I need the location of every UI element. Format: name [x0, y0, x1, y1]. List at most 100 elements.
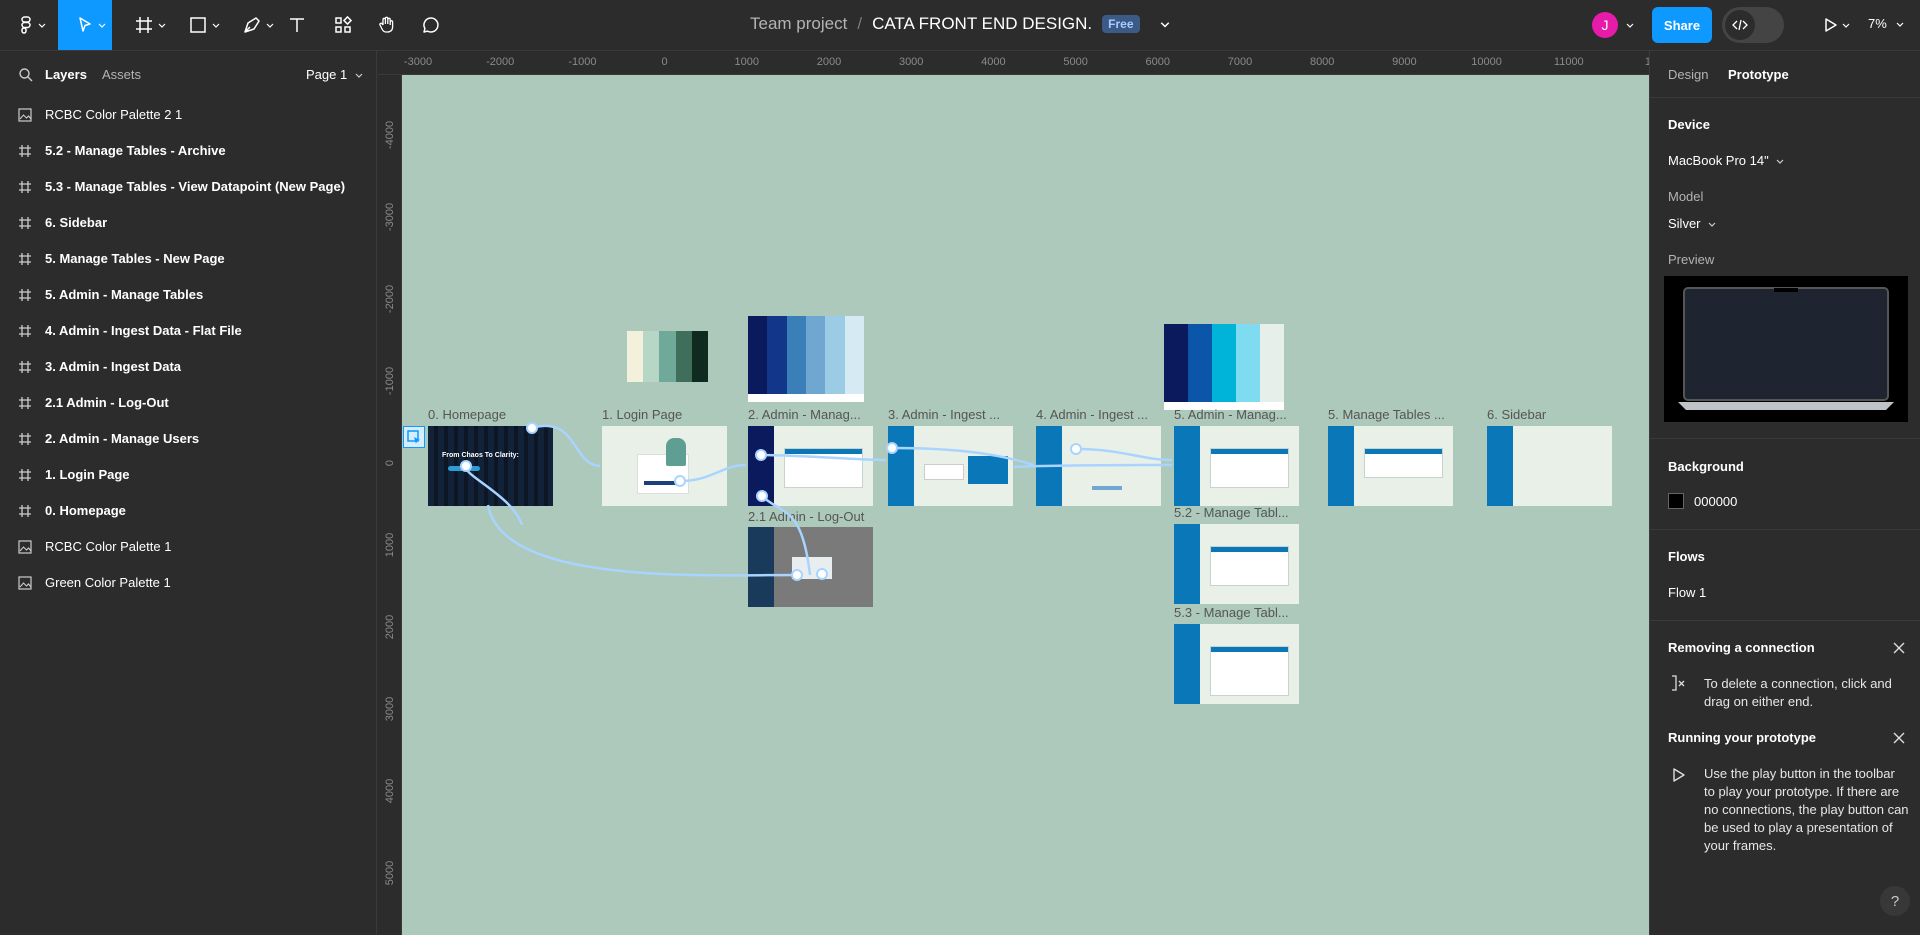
- frame-icon: [19, 145, 31, 157]
- code-icon: [1725, 10, 1755, 40]
- frame-tool-button[interactable]: [122, 0, 166, 50]
- frame-label-manage-tables[interactable]: 5. Admin - Manag...: [1174, 407, 1287, 422]
- avatar[interactable]: J: [1592, 12, 1618, 38]
- layer-item[interactable]: 5.3 - Manage Tables - View Datapoint (Ne…: [0, 169, 377, 205]
- homepage-cta-button: [448, 466, 480, 471]
- layer-item[interactable]: 1. Login Page: [0, 457, 377, 493]
- frame-label-sidebar[interactable]: 6. Sidebar: [1487, 407, 1546, 422]
- layer-item[interactable]: 5. Manage Tables - New Page: [0, 241, 377, 277]
- close-icon[interactable]: [1892, 731, 1906, 745]
- layer-item[interactable]: 6. Sidebar: [0, 205, 377, 241]
- frame-label-new-page[interactable]: 5. Manage Tables ...: [1328, 407, 1445, 422]
- present-button[interactable]: [1810, 0, 1850, 50]
- palette-swatch: [1236, 324, 1260, 402]
- tab-design[interactable]: Design: [1668, 67, 1708, 82]
- device-select[interactable]: MacBook Pro 14": [1668, 153, 1784, 168]
- share-button[interactable]: Share: [1652, 7, 1712, 43]
- play-icon: [1673, 768, 1685, 782]
- hand-icon: [379, 16, 394, 33]
- flow-item[interactable]: Flow 1: [1668, 585, 1706, 600]
- background-hex-input[interactable]: 000000: [1694, 494, 1737, 509]
- page-selector[interactable]: Page 1: [306, 67, 363, 82]
- frame-manage-tables-archive[interactable]: [1174, 524, 1299, 604]
- help-button[interactable]: ?: [1880, 886, 1910, 916]
- layer-item[interactable]: 2.1 Admin - Log-Out: [0, 385, 377, 421]
- prototype-connections[interactable]: [402, 75, 1649, 935]
- layer-item[interactable]: RCBC Color Palette 2 1: [0, 97, 377, 133]
- frame-label-login[interactable]: 1. Login Page: [602, 407, 682, 422]
- frame-login-page[interactable]: [602, 426, 727, 506]
- frame-manage-tables-new-page[interactable]: [1328, 426, 1453, 506]
- tab-prototype[interactable]: Prototype: [1728, 67, 1789, 82]
- main-menu-button[interactable]: [0, 0, 52, 50]
- frame-label-ingest-flat-file[interactable]: 4. Admin - Ingest ...: [1036, 407, 1148, 422]
- image-icon: [18, 108, 32, 122]
- model-select[interactable]: Silver: [1668, 216, 1716, 231]
- zoom-control[interactable]: 7%: [1868, 16, 1904, 31]
- canvas[interactable]: 0. Homepage 1. Login Page 2. Admin - Man…: [402, 75, 1649, 935]
- ruler-tick: -1000: [384, 366, 396, 396]
- frame-admin-log-out[interactable]: [748, 527, 873, 607]
- tab-layers[interactable]: Layers: [45, 67, 87, 82]
- frame-admin-manage-users[interactable]: [748, 426, 873, 506]
- project-name[interactable]: Team project: [750, 14, 847, 34]
- chevron-down-icon[interactable]: [1160, 19, 1170, 29]
- move-tool-button[interactable]: [58, 0, 112, 50]
- frame-homepage[interactable]: From Chaos To Clarity:: [428, 426, 553, 506]
- frame-sidebar[interactable]: [1487, 426, 1612, 506]
- ruler-tick: 2000: [816, 56, 842, 68]
- layer-item[interactable]: 5.2 - Manage Tables - Archive: [0, 133, 377, 169]
- frame-icon: [136, 17, 152, 33]
- layer-item[interactable]: RCBC Color Palette 1: [0, 529, 377, 565]
- text-tool-button[interactable]: [282, 0, 312, 50]
- layer-item[interactable]: 5. Admin - Manage Tables: [0, 277, 377, 313]
- ruler-vertical: -4000 -3000 -2000 -1000 0 1000 2000 3000 4000 500…: [378, 75, 402, 935]
- layer-item[interactable]: Green Color Palette 1: [0, 565, 377, 601]
- frame-label-manage-users[interactable]: 2. Admin - Manag...: [748, 407, 861, 422]
- layer-item[interactable]: 3. Admin - Ingest Data: [0, 349, 377, 385]
- background-color-swatch[interactable]: [1668, 493, 1684, 509]
- rcbc-color-palette-1-image[interactable]: [748, 316, 864, 402]
- palette-swatch: [675, 331, 692, 382]
- layer-item[interactable]: 0. Homepage: [0, 493, 377, 529]
- rcbc-color-palette-2-image[interactable]: [1164, 324, 1284, 410]
- tip-removing-connection-text: To delete a connection, click and drag o…: [1704, 676, 1892, 709]
- frame-label-archive[interactable]: 5.2 - Manage Tabl...: [1174, 505, 1289, 520]
- ruler-tick: 3000: [898, 56, 924, 68]
- frame-admin-manage-tables[interactable]: [1174, 426, 1299, 506]
- chevron-down-icon[interactable]: [1626, 21, 1634, 29]
- frame-label-ingest[interactable]: 3. Admin - Ingest ...: [888, 407, 1000, 422]
- close-icon[interactable]: [1892, 641, 1906, 655]
- tip-running-prototype-text: Use the play button in the toolbar to pl…: [1704, 766, 1909, 853]
- frame-admin-ingest-flat-file[interactable]: [1036, 426, 1161, 506]
- text-icon: [290, 18, 304, 32]
- layer-item[interactable]: 4. Admin - Ingest Data - Flat File: [0, 313, 377, 349]
- hand-tool-button[interactable]: [372, 0, 402, 50]
- frame-icon: [19, 433, 31, 445]
- frame-admin-ingest-data[interactable]: [888, 426, 1013, 506]
- frame-manage-tables-view-datapoint[interactable]: [1174, 624, 1299, 704]
- preview-label: Preview: [1668, 252, 1715, 267]
- shape-tool-button[interactable]: [176, 0, 220, 50]
- frame-label-homepage[interactable]: 0. Homepage: [428, 407, 506, 422]
- file-title[interactable]: Team project / CATA FRONT END DESIGN. Fr…: [750, 14, 1170, 34]
- chevron-down-icon: [38, 23, 46, 28]
- pen-tool-button[interactable]: [230, 0, 274, 50]
- ruler-tick: 0: [384, 459, 396, 467]
- green-color-palette-image[interactable]: [627, 331, 708, 382]
- ruler-tick: 8000: [1309, 56, 1335, 68]
- palette-swatch: [806, 316, 826, 394]
- dev-mode-toggle[interactable]: [1722, 7, 1784, 43]
- layer-item[interactable]: 2. Admin - Manage Users: [0, 421, 377, 457]
- comment-tool-button[interactable]: [416, 0, 446, 50]
- frame-label-datapoint[interactable]: 5.3 - Manage Tabl...: [1174, 605, 1289, 620]
- layer-label: 4. Admin - Ingest Data - Flat File: [45, 323, 242, 338]
- palette-swatch: [786, 316, 806, 394]
- file-name[interactable]: CATA FRONT END DESIGN.: [872, 14, 1092, 34]
- tab-assets[interactable]: Assets: [102, 67, 141, 82]
- flow-start-marker[interactable]: [403, 426, 425, 448]
- frame-icon: [19, 217, 31, 229]
- search-icon[interactable]: [18, 67, 34, 83]
- resources-tool-button[interactable]: [328, 0, 358, 50]
- frame-label-logout[interactable]: 2.1 Admin - Log-Out: [748, 509, 864, 524]
